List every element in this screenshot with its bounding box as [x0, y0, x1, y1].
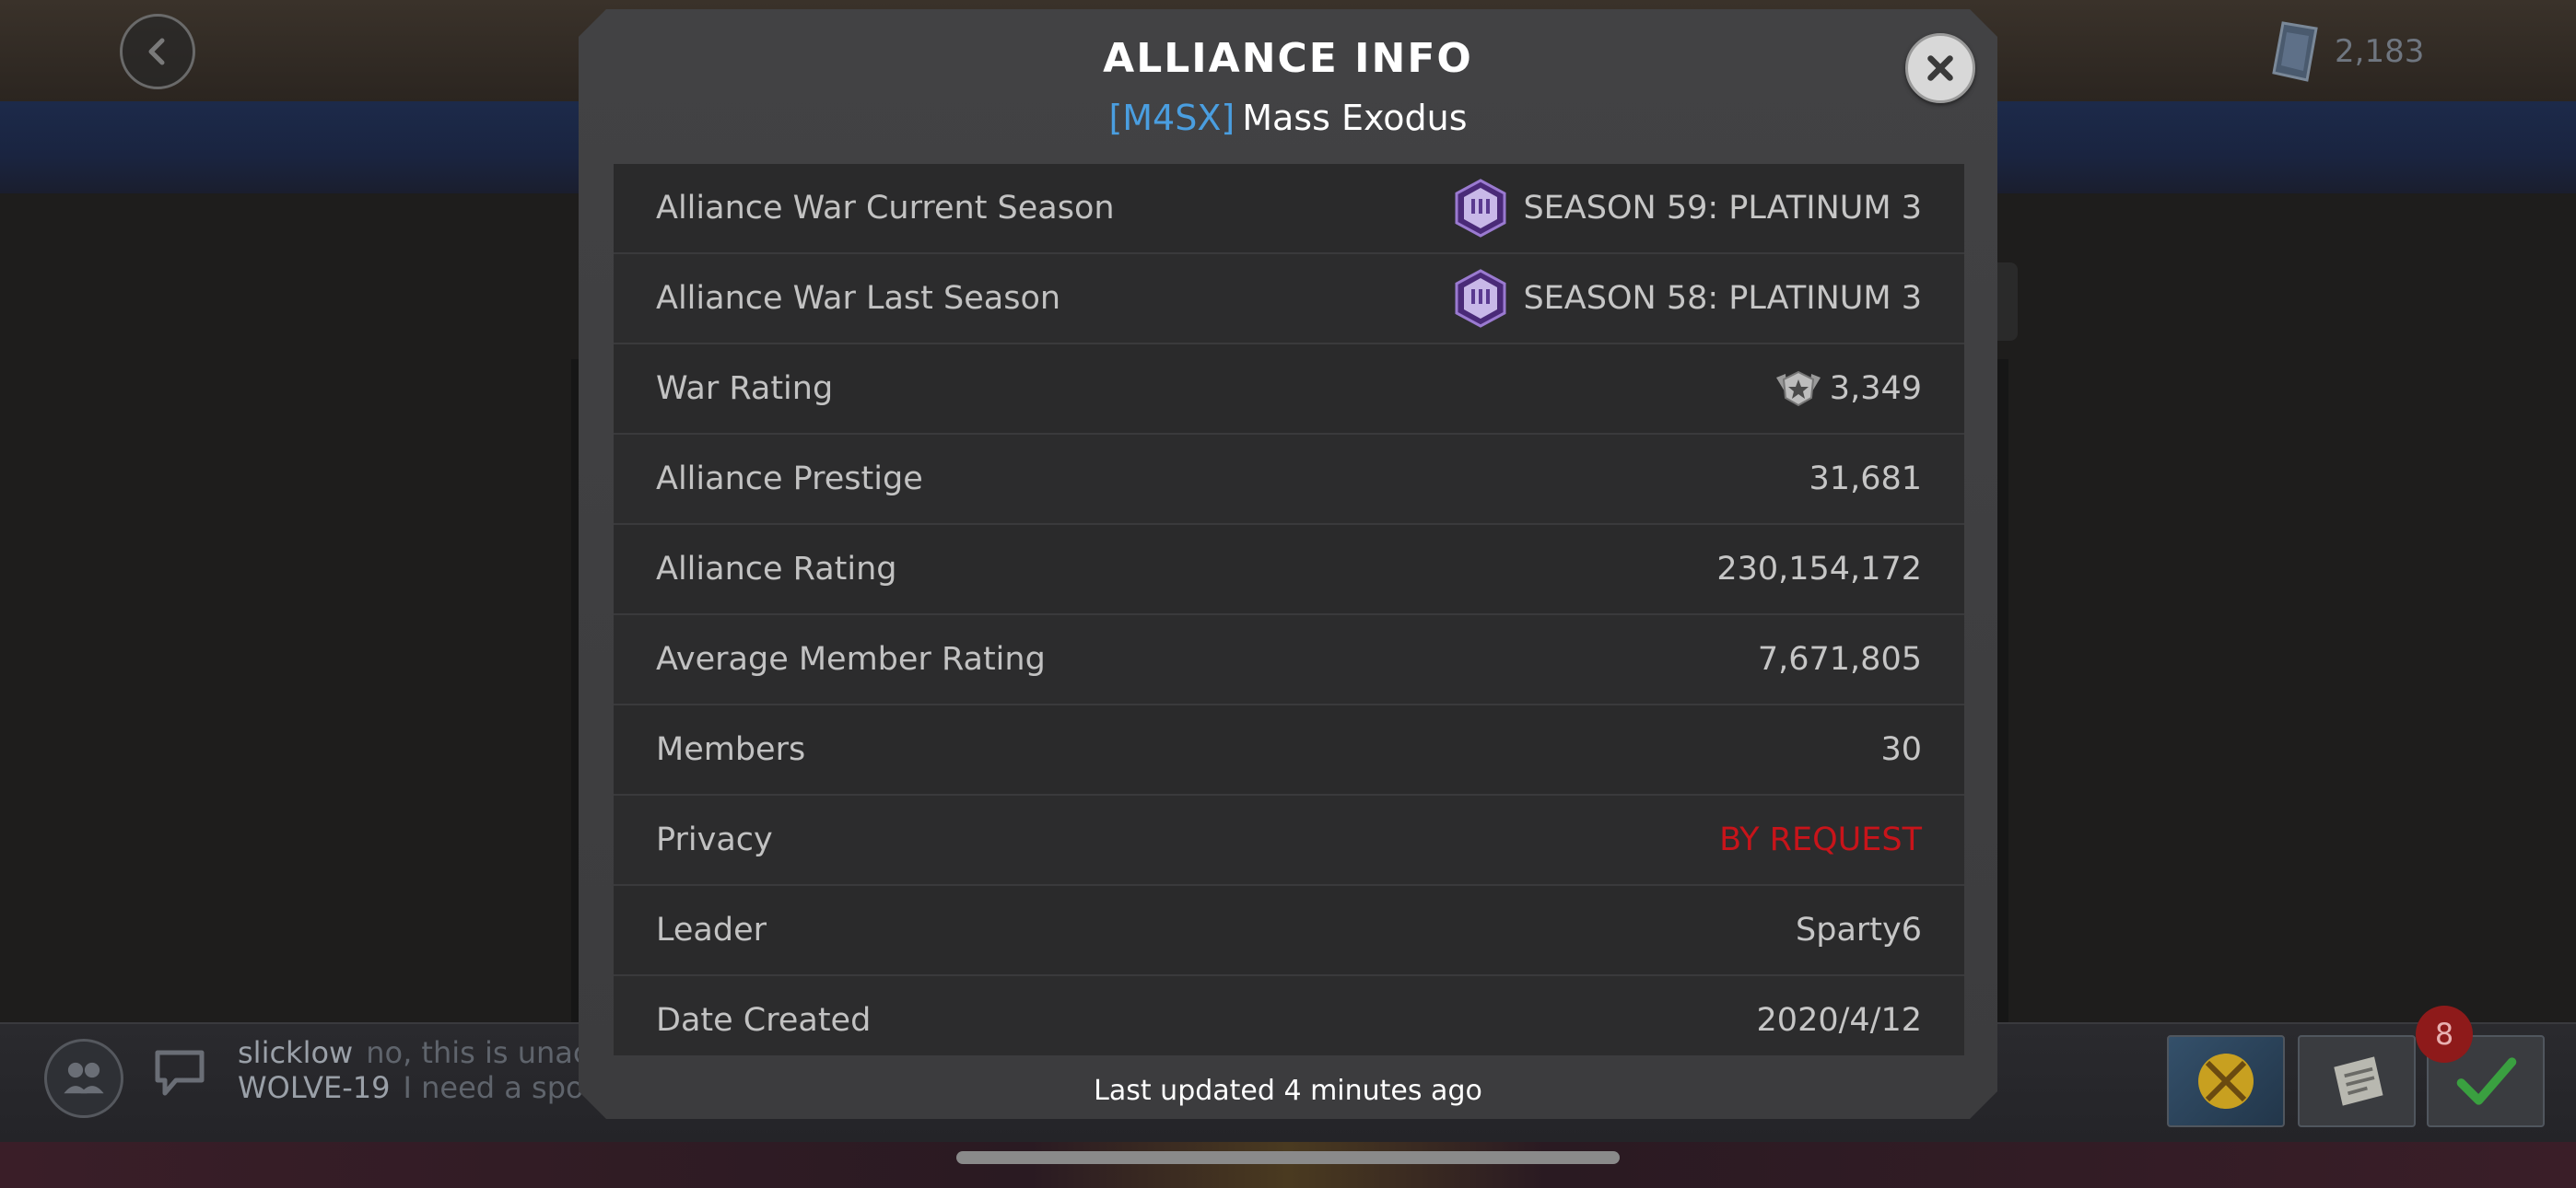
alliance-tag: [M4SX]	[1108, 98, 1235, 138]
row-value: 30	[1880, 731, 1922, 768]
row-label: Leader	[656, 912, 767, 949]
clipboard-icon	[2334, 1056, 2383, 1106]
chat-sender: WOLVE-19	[238, 1070, 391, 1105]
info-row-current-season: Alliance War Current Season SEASON 59: P…	[614, 164, 1964, 254]
modal-title: ALLIANCE INFO	[1103, 35, 1473, 82]
platinum-season-icon	[1455, 179, 1506, 238]
info-row-prestige: Alliance Prestige 31,681	[614, 435, 1964, 525]
row-value: 31,681	[1809, 460, 1922, 497]
unit-crystal-icon	[2272, 21, 2318, 82]
row-label: Alliance Prestige	[656, 460, 923, 497]
info-row-last-season: Alliance War Last Season SEASON 58: PLAT…	[614, 254, 1964, 344]
chat-message: no, this is unac	[366, 1035, 590, 1070]
row-label: Date Created	[656, 1002, 872, 1039]
row-label: Members	[656, 731, 806, 768]
currency-display: 2,183	[2266, 18, 2424, 85]
row-value: 2020/4/12	[1756, 1002, 1922, 1039]
alliance-info-modal: ALLIANCE INFO [M4SX] Mass Exodus Alliance…	[579, 9, 1997, 1119]
row-label: Alliance Rating	[656, 551, 897, 588]
speech-bubble-icon[interactable]	[152, 1045, 207, 1101]
close-icon	[1927, 55, 1953, 81]
info-row-avg-member-rating: Average Member Rating 7,671,805	[614, 615, 1964, 705]
war-rating-value: 3,349	[1829, 370, 1922, 407]
chevron-left-icon	[148, 38, 165, 65]
row-value: 230,154,172	[1716, 551, 1922, 588]
close-button[interactable]	[1905, 33, 1975, 103]
alliance-war-button[interactable]	[2167, 1035, 2285, 1127]
alliance-chat-button[interactable]	[44, 1039, 123, 1118]
home-indicator[interactable]	[956, 1151, 1620, 1164]
leader-value[interactable]: Sparty6	[1796, 912, 1922, 949]
row-value: SEASON 59: PLATINUM 3	[1455, 179, 1922, 238]
chat-preview[interactable]: slicklow no, this is unac WOLVE-19 I need …	[238, 1035, 606, 1118]
alliance-name: Mass Exodus	[1242, 98, 1468, 138]
chat-message: I need a spo	[403, 1070, 584, 1105]
row-label: Alliance War Last Season	[656, 280, 1061, 317]
currency-amount: 2,183	[2335, 33, 2425, 70]
platinum-season-icon	[1455, 269, 1506, 328]
notification-badge: 8	[2416, 1006, 2473, 1063]
last-updated-text: Last updated 4 minutes ago	[1094, 1075, 1482, 1107]
privacy-value: BY REQUEST	[1719, 821, 1922, 858]
group-icon	[64, 1062, 104, 1094]
alliance-info-table[interactable]: Alliance War Current Season SEASON 59: P…	[614, 164, 1964, 1055]
chat-line: slicklow no, this is unac	[238, 1035, 606, 1070]
war-rating-icon	[1775, 370, 1821, 407]
info-row-privacy: Privacy BY REQUEST	[614, 796, 1964, 886]
chat-line: WOLVE-19 I need a spo	[238, 1070, 606, 1105]
row-value: 3,349	[1774, 368, 1922, 409]
row-label: Privacy	[656, 821, 773, 858]
quests-button[interactable]	[2298, 1035, 2416, 1127]
chat-sender: slicklow	[238, 1035, 354, 1070]
crossed-swords-icon	[2198, 1054, 2254, 1109]
info-row-date-created: Date Created 2020/4/12	[614, 976, 1964, 1055]
row-value: 7,671,805	[1757, 641, 1922, 678]
back-button[interactable]	[120, 14, 195, 89]
alliance-name-line: [M4SX] Mass Exodus	[579, 98, 1997, 138]
info-row-leader: Leader Sparty6	[614, 886, 1964, 976]
info-row-alliance-rating: Alliance Rating 230,154,172	[614, 525, 1964, 615]
row-label: War Rating	[656, 370, 834, 407]
info-row-war-rating: War Rating 3,349	[614, 344, 1964, 435]
row-label: Alliance War Current Season	[656, 190, 1115, 227]
row-value: SEASON 58: PLATINUM 3	[1455, 269, 1922, 328]
info-row-members: Members 30	[614, 705, 1964, 796]
season-value: SEASON 59: PLATINUM 3	[1523, 190, 1922, 227]
season-value: SEASON 58: PLATINUM 3	[1523, 280, 1922, 317]
row-label: Average Member Rating	[656, 641, 1046, 678]
background-floor	[0, 1142, 2576, 1188]
